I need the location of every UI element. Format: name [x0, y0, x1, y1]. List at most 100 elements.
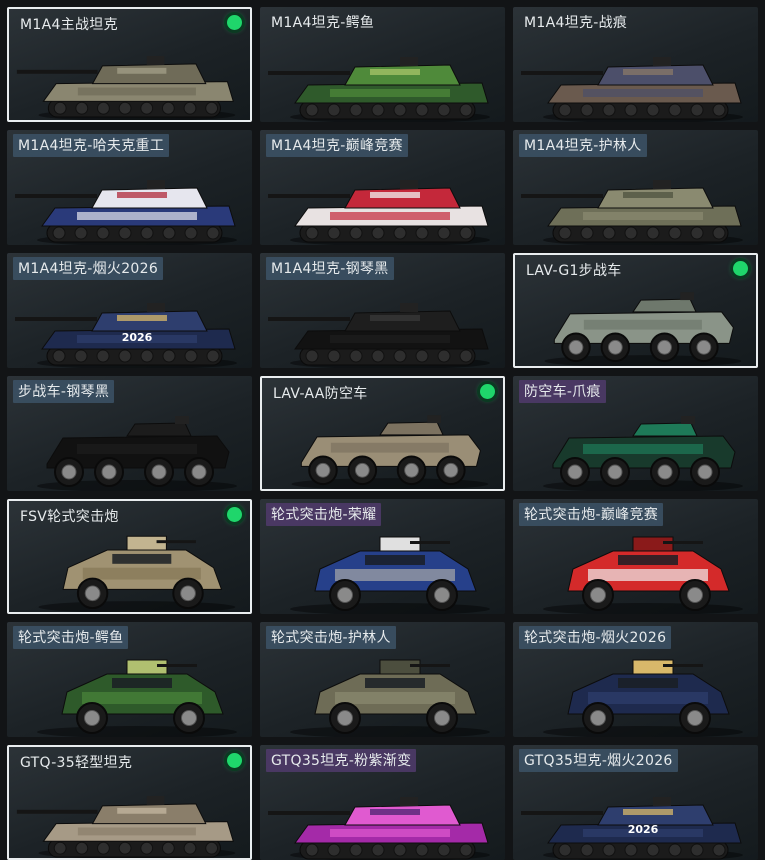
wheel-hub: [434, 587, 450, 603]
road-wheel: [712, 843, 726, 857]
turret: [632, 422, 698, 437]
road-wheel: [437, 843, 451, 857]
vehicle-skin-card[interactable]: M1A4坦克-钢琴黑: [260, 253, 505, 368]
road-wheel: [624, 843, 638, 857]
vehicle-skin-card[interactable]: 轮式突击炮-烟火2026: [513, 622, 758, 737]
main-gun: [16, 69, 98, 74]
vehicle-skin-card[interactable]: GTQ35坦克-粉紫渐变: [260, 745, 505, 860]
vehicle-skin-card[interactable]: 防空车-爪痕: [513, 376, 758, 491]
cupola: [146, 796, 165, 805]
vehicle-skin-card[interactable]: GTQ-35轻型坦克: [7, 745, 252, 860]
road-wheel: [183, 101, 197, 115]
road-wheel: [624, 103, 638, 117]
wheel-hub: [337, 587, 353, 603]
road-wheel: [580, 843, 594, 857]
road-wheel: [437, 103, 451, 117]
vehicle-skin-card[interactable]: 轮式突击炮-荣耀: [260, 499, 505, 614]
turret-pattern: [370, 192, 420, 198]
cupola: [653, 797, 671, 806]
vehicle-skin-card[interactable]: M1A4主战坦克: [7, 7, 252, 122]
vehicle-skin-card[interactable]: M1A4坦克-哈夫克重工: [7, 130, 252, 245]
vehicle-skin-card[interactable]: 步战车-钢琴黑: [7, 376, 252, 491]
road-wheel: [624, 226, 638, 240]
vehicle-image: [544, 292, 742, 366]
road-wheel: [305, 226, 319, 240]
wheel-hub: [568, 339, 584, 355]
road-wheel: [349, 226, 363, 240]
equipped-indicator-icon: [227, 15, 242, 30]
hull-pattern: [583, 444, 703, 454]
vehicle-image: [543, 659, 743, 737]
road-wheel: [646, 103, 660, 117]
vehicle-skin-card[interactable]: 轮式突击炮-护林人: [260, 622, 505, 737]
cupola: [400, 180, 418, 189]
road-wheel: [668, 103, 682, 117]
vehicle-shadow: [543, 726, 743, 737]
road-wheel: [371, 843, 385, 857]
hull-pattern: [77, 444, 197, 454]
vehicle-skin-card[interactable]: M1A4坦克-护林人: [513, 130, 758, 245]
road-wheel: [371, 349, 385, 363]
road-wheel: [162, 349, 176, 363]
hull-pattern: [330, 212, 450, 220]
vehicle-image: [291, 415, 489, 489]
vehicle-skin-card[interactable]: 轮式突击炮-鳄鱼: [7, 622, 252, 737]
road-wheel: [558, 103, 572, 117]
road-wheel: [74, 349, 88, 363]
wheel-hub: [84, 585, 101, 602]
road-wheel: [349, 103, 363, 117]
vehicle-skin-card[interactable]: LAV-AA防空车: [260, 376, 505, 491]
vehicle-shadow: [290, 726, 490, 737]
wheel-hub: [151, 464, 167, 480]
road-wheel: [646, 843, 660, 857]
gun: [157, 664, 197, 667]
road-wheel: [184, 226, 198, 240]
turret: [91, 63, 207, 85]
vehicle-image: [290, 536, 490, 614]
vehicle-image: [268, 797, 490, 860]
road-wheel: [162, 226, 176, 240]
cupola: [400, 303, 418, 312]
vehicle-skin-card[interactable]: M1A4坦克-巅峰竞赛: [260, 130, 505, 245]
hull-pattern: [330, 335, 450, 343]
turret-pattern: [117, 807, 167, 814]
road-wheel: [646, 226, 660, 240]
vehicle-skin-card[interactable]: M1A4坦克-鳄鱼: [260, 7, 505, 122]
wheel-hub: [84, 710, 100, 726]
vehicle-skin-card[interactable]: LAV-G1步战车: [513, 253, 758, 368]
road-wheel: [161, 101, 175, 115]
hull-pattern: [82, 692, 202, 704]
road-wheel: [580, 103, 594, 117]
decal-text: 2026: [628, 823, 659, 836]
vehicle-skin-card[interactable]: 2026 GTQ35坦克-烟火2026: [513, 745, 758, 860]
cupola: [147, 303, 165, 312]
vehicle-skin-card[interactable]: 2026 M1A4坦克-烟火2026: [7, 253, 252, 368]
cupola: [400, 57, 418, 66]
wheel-hub: [61, 464, 77, 480]
gun: [156, 540, 196, 544]
vehicle-skin-card[interactable]: 轮式突击炮-巅峰竞赛: [513, 499, 758, 614]
road-wheel: [668, 226, 682, 240]
road-wheel: [53, 101, 67, 115]
vehicle-image: [37, 659, 237, 737]
vehicle-shadow: [543, 603, 743, 614]
hull-pattern: [330, 829, 450, 837]
vehicle-skin-name: 轮式突击炮-护林人: [266, 626, 396, 649]
road-wheel: [97, 841, 110, 855]
vehicle-skin-card[interactable]: FSV轮式突击炮: [7, 499, 252, 614]
vehicle-skin-grid: M1A4主战坦克 M1A4坦克-鳄鱼 M1A4坦克-战痕 M1A4坦克-哈夫克重工 M1…: [0, 0, 765, 860]
wheel-hub: [181, 710, 197, 726]
turret: [379, 421, 444, 436]
equipped-indicator-icon: [227, 507, 242, 522]
vehicle-shadow: [37, 726, 237, 737]
vehicle-skin-name: M1A4坦克-战痕: [524, 15, 628, 31]
gun: [663, 664, 703, 667]
road-wheel: [184, 349, 198, 363]
vehicle-image: [543, 416, 743, 491]
vehicle-shadow: [290, 603, 490, 614]
road-wheel: [183, 841, 197, 855]
vehicle-skin-card[interactable]: M1A4坦克-战痕: [513, 7, 758, 122]
vehicle-image: [37, 416, 237, 491]
road-wheel: [52, 226, 66, 240]
wheel-hub: [315, 462, 331, 478]
